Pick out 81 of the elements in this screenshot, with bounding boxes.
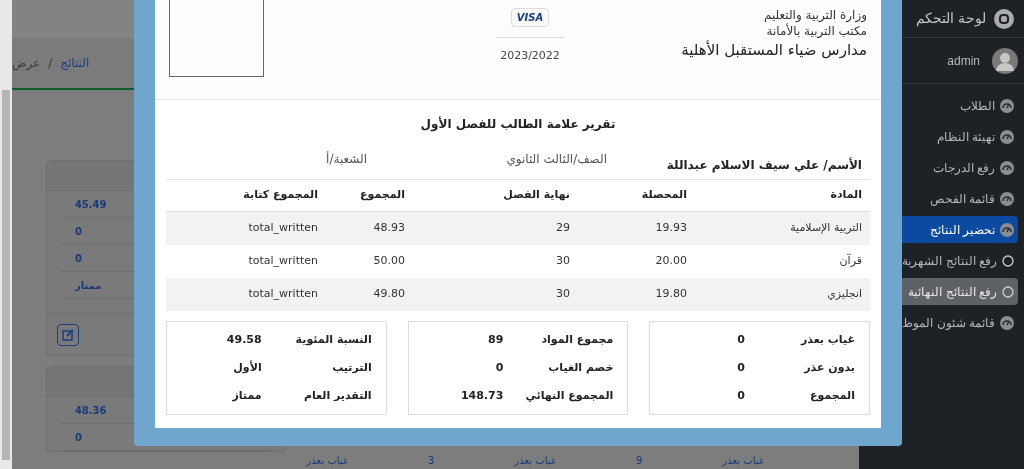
dashboard-icon [1000,315,1014,330]
dashboard-icon [1000,160,1014,175]
summary-value: 0 [495,359,504,376]
dashboard-icon [1000,191,1014,206]
brand-title[interactable]: لوحة التحكم [916,8,986,29]
dashboard-icon [1000,98,1014,113]
column-header: المحصلة [640,187,688,204]
logo-icon [994,8,1014,29]
scrollbar-thumb[interactable] [1,90,10,460]
table-cell-text: 19.80 [654,286,688,303]
sidebar-item[interactable]: رفع الدرجات [865,154,1018,181]
card-value: 0 [74,430,82,445]
table-cell-text: التربية الإسلامية [789,220,863,237]
sidebar-item[interactable]: قائمة الفحص [865,185,1018,212]
table-cell-text: 19.93 [654,220,688,237]
student-section: الشعبة/أ [326,149,375,172]
table-cell-text: total_written [247,286,319,303]
summary-label: التقدير العام [302,387,372,404]
summary-label: المجموع النهائي [524,387,614,404]
background-cell-text: غياب بعذر [306,454,349,468]
breadcrumb-separator: / [48,55,53,72]
table-cell-text: 49.80 [372,286,406,303]
edit-button[interactable] [56,323,79,346]
card-value: 0 [74,251,82,266]
summary-label: بدون عذر [802,359,855,376]
column-header: المجموع كتابة [242,187,319,204]
sidebar-item[interactable]: تهيئة النظام [865,123,1018,150]
user-name: admin [947,52,980,70]
header-line: وزارة التربية والتعليم [762,7,867,23]
summary-value: 0 [737,331,745,348]
column-header: المادة [829,187,863,204]
circle-icon [1002,254,1014,267]
sidebar-item[interactable]: رفع النتائج الشهرية [865,247,1018,274]
summary-value: 0 [737,359,745,376]
circle-icon [1002,285,1014,298]
table-cell-text: total_written [247,253,319,270]
summary-label: النسبة المئوية [294,331,372,348]
table-cell-text: 48.93 [372,220,406,237]
summary-value: ممتاز [232,387,262,404]
school-name: مدارس ضياء المستقبل الأهلية [680,39,867,61]
student-name: الأسم/ علي سيف الاسلام عبداللة [665,156,862,174]
school-year: 2023/2022 [500,48,560,64]
summary-value: 89 [488,331,504,348]
dashboard-icon [1000,129,1014,144]
student-class: الصف/الثالث الثانوي [505,150,608,168]
background-cell-text: 9 [636,454,643,468]
summary-value: الأول [233,359,262,376]
summary-label: المجموع [809,387,855,404]
table-cell-text: 50.00 [372,253,406,270]
table-cell-text: 29 [555,220,571,237]
card-badge: VISA [510,8,550,27]
summary-label: خصم الغياب [547,359,614,376]
table-cell-text: 20.00 [654,253,688,270]
sidebar-item[interactable]: الطلاب [865,92,1018,119]
background-cell-text: غياب بعذر [514,454,557,468]
background-cell-text: غياب بعذر [722,454,764,468]
report-title: تقرير علامة الطالب للفصل الأول [419,115,617,134]
summary-value: 0 [737,387,745,404]
dashboard-icon [1000,222,1014,237]
header-line: مكتب التربية بالأمانة [765,23,867,39]
table-cell-text: 30 [555,253,571,270]
card-value: 45.49 [74,197,107,212]
background-cell-text: 3 [428,454,435,468]
column-header: المجموع [359,187,406,204]
summary-label: الترتيب [331,359,372,376]
table-cell-text: قرآن [838,253,863,270]
card-value: 48.36 [74,403,107,418]
summary-label: مجموع المواد [540,331,614,348]
breadcrumb-current: عرض [11,55,41,72]
summary-label: غياب بعذر [799,331,855,348]
avatar-icon [992,47,1018,74]
sidebar-item[interactable]: قائمة شئون الموظ [865,309,1018,336]
summary-value: 148.73 [460,387,504,404]
table-cell-text: total_written [247,220,319,237]
column-header: نهاية الفصل [502,187,571,204]
edit-icon [61,328,74,341]
table-cell-text: انجليزي [826,286,863,303]
summary-value: 49.58 [226,331,262,348]
table-cell-text: 30 [555,286,571,303]
card-value: 0 [74,224,82,239]
card-value: ممتاز [74,278,102,293]
